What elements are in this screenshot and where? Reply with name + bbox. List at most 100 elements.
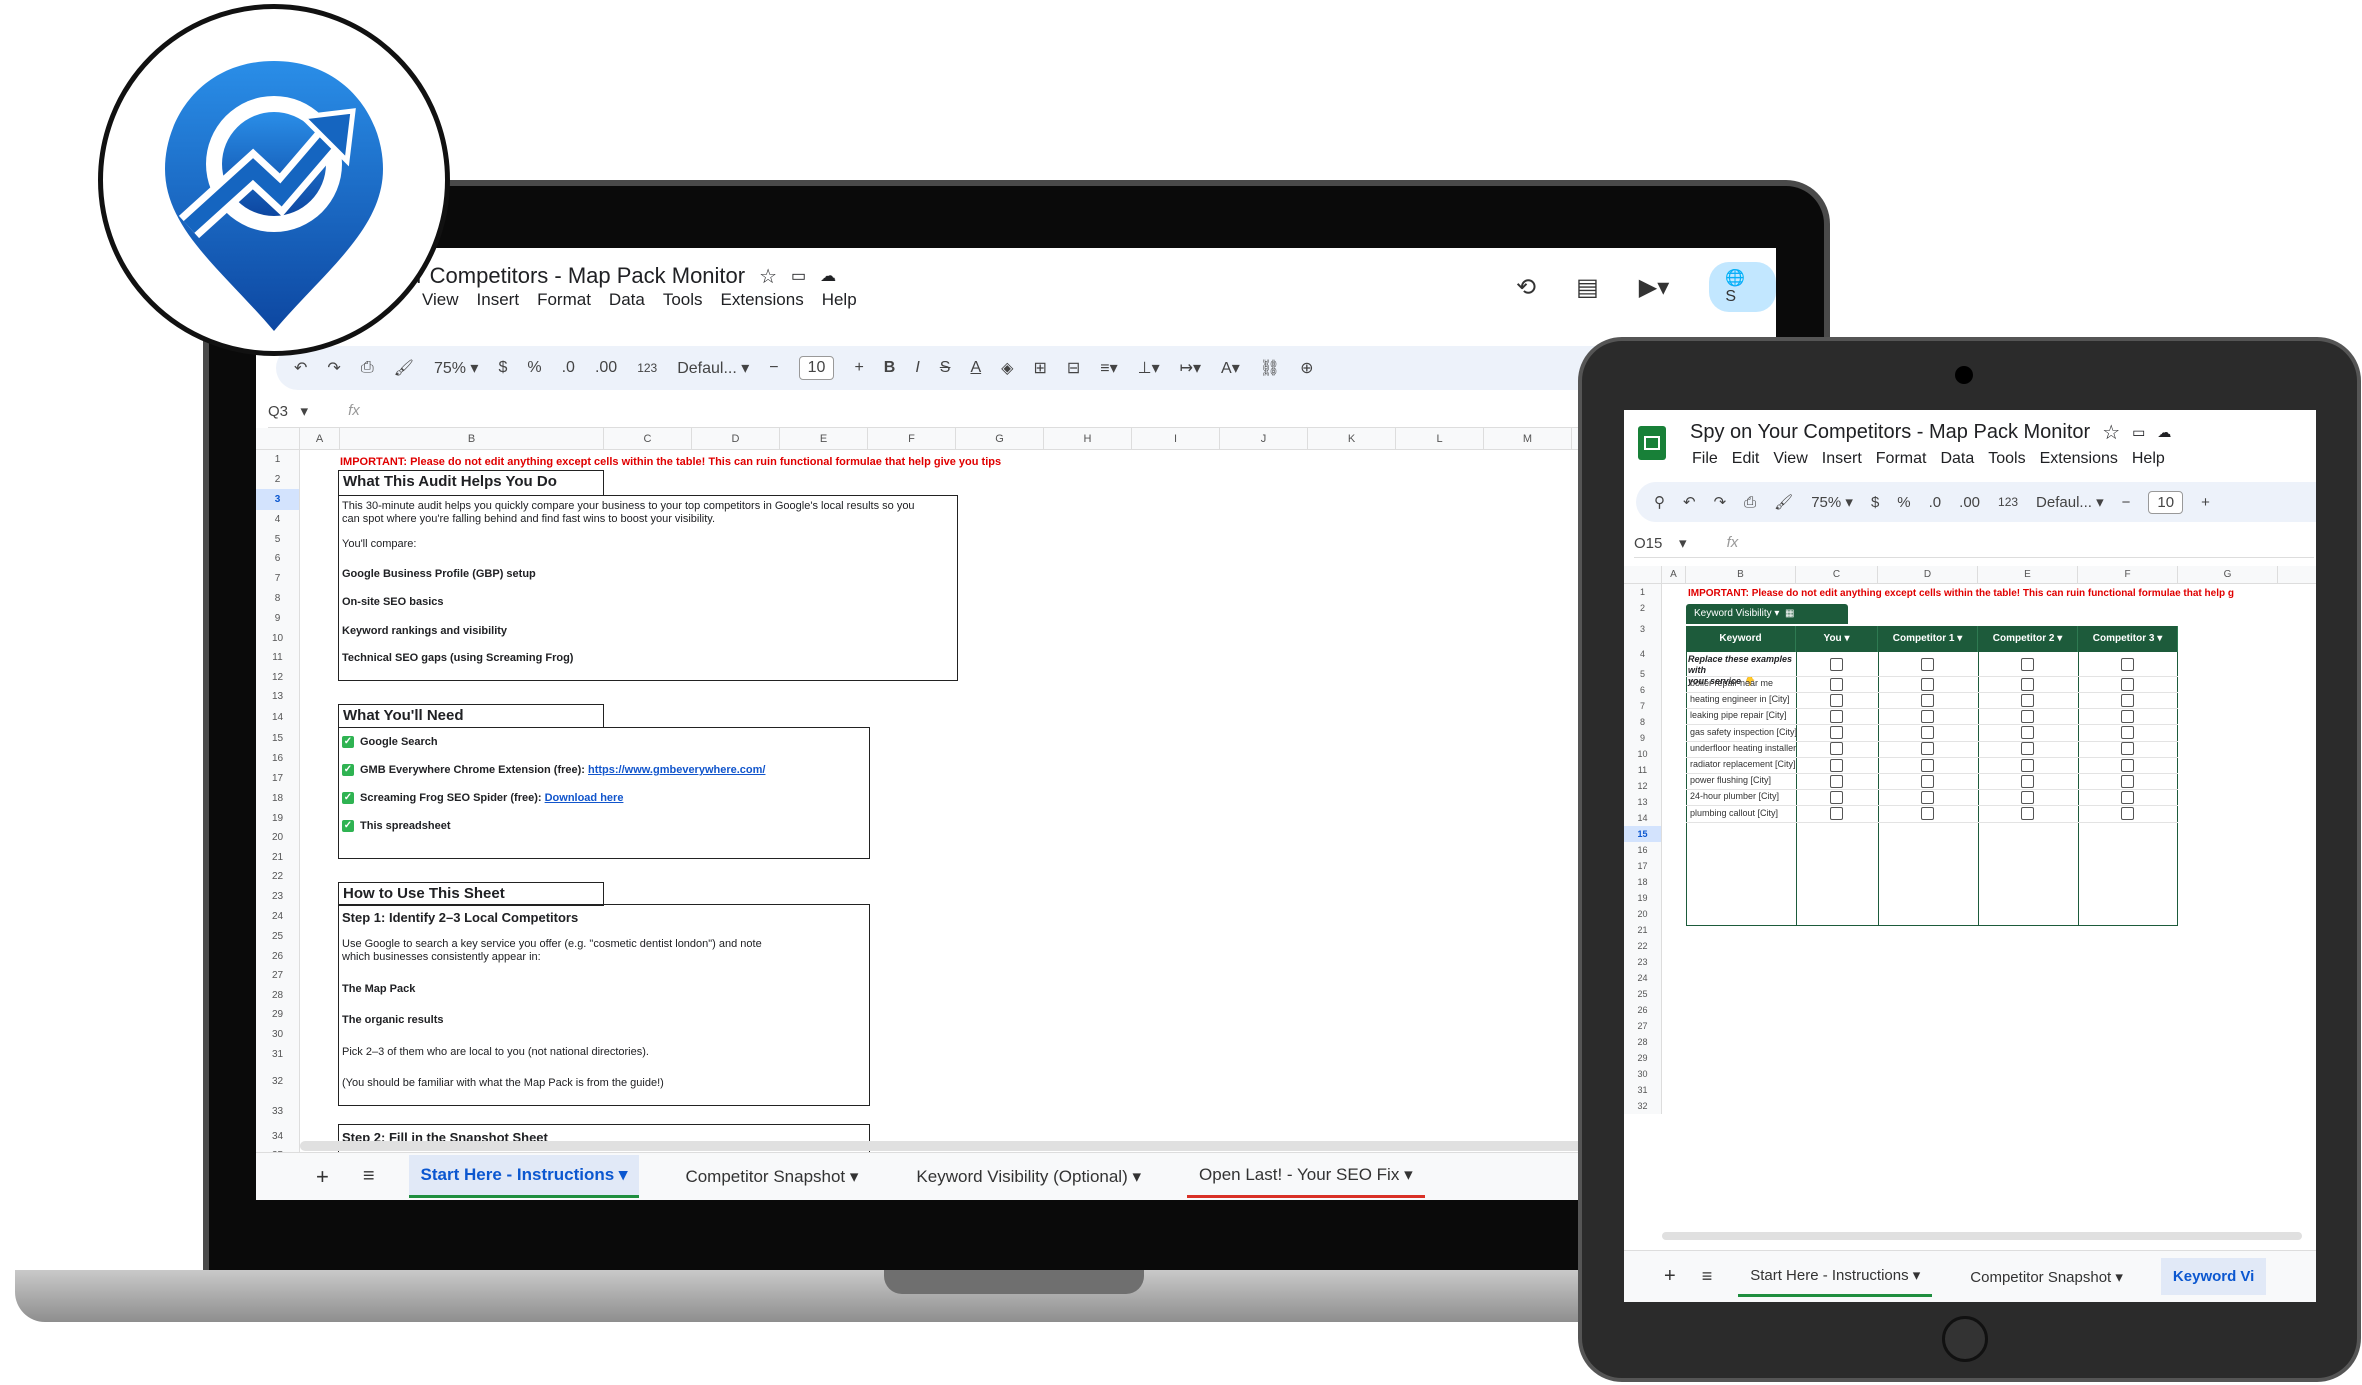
tab-competitor-snapshot[interactable]: Competitor Snapshot ▾	[673, 1157, 870, 1197]
tab-start-here[interactable]: Start Here - Instructions ▾	[1738, 1256, 1933, 1297]
star-icon[interactable]: ☆	[759, 264, 777, 289]
visibility-checkbox[interactable]	[2121, 726, 2134, 740]
visibility-checkbox[interactable]	[1921, 693, 1934, 707]
visibility-checkbox[interactable]	[1921, 709, 1934, 723]
menu-help[interactable]: Help	[822, 290, 857, 310]
row-header[interactable]: 2	[256, 469, 300, 489]
tablet-home-button[interactable]	[1942, 1316, 1988, 1362]
print-icon[interactable]: ⎙	[361, 359, 374, 377]
col-header[interactable]: I	[1132, 428, 1220, 449]
paint-format-icon[interactable]: 🖌	[394, 358, 414, 378]
keyword-cell[interactable]: underfloor heating installer	[1690, 743, 1796, 753]
visibility-checkbox[interactable]	[1830, 726, 1843, 740]
font-size-input[interactable]: 10	[2148, 490, 2184, 514]
row-header[interactable]: 12	[1624, 778, 1662, 794]
row-header[interactable]: 19	[1624, 890, 1662, 906]
visibility-checkbox[interactable]	[2021, 657, 2034, 671]
print-icon[interactable]: ⎙	[1744, 494, 1756, 511]
decrease-decimal-button[interactable]: .0	[562, 359, 575, 377]
visibility-checkbox[interactable]	[2121, 774, 2134, 788]
currency-button[interactable]: $	[498, 359, 507, 377]
font-size-plus[interactable]: +	[854, 359, 863, 377]
italic-button[interactable]: I	[915, 359, 919, 377]
text-color-icon[interactable]: A	[970, 359, 981, 377]
visibility-checkbox[interactable]	[1921, 807, 1934, 821]
doc-title[interactable]: Spy on Your Competitors - Map Pack Monit…	[1690, 421, 2090, 444]
row-header[interactable]: 16	[256, 748, 300, 768]
visibility-checkbox[interactable]	[2121, 742, 2134, 756]
visibility-checkbox[interactable]	[1921, 790, 1934, 804]
visibility-checkbox[interactable]	[2021, 742, 2034, 756]
menu-help[interactable]: Help	[2132, 450, 2165, 468]
meet-icon[interactable]: ▶▾	[1639, 273, 1670, 302]
visibility-checkbox[interactable]	[2021, 709, 2034, 723]
doc-title[interactable]: ur Competitors - Map Pack Monitor	[404, 263, 745, 289]
menu-tools[interactable]: Tools	[663, 290, 703, 310]
header-you[interactable]: You ▾	[1796, 626, 1878, 652]
undo-icon[interactable]: ↶	[1683, 493, 1696, 511]
col-header[interactable]: C	[604, 428, 692, 449]
row-header[interactable]: 10	[1624, 746, 1662, 762]
visibility-checkbox[interactable]	[2121, 758, 2134, 772]
row-header[interactable]: 25	[256, 927, 300, 947]
row-header[interactable]: 29	[1624, 1050, 1662, 1066]
strikethrough-icon[interactable]: S	[940, 359, 951, 377]
percent-button[interactable]: %	[527, 359, 541, 377]
col-header[interactable]: D	[1878, 566, 1978, 583]
col-header[interactable]: D	[692, 428, 780, 449]
header-keyword[interactable]: Keyword	[1686, 626, 1796, 652]
menu-format[interactable]: Format	[537, 290, 591, 310]
visibility-checkbox[interactable]	[2121, 677, 2134, 691]
row-header[interactable]: 23	[256, 886, 300, 906]
col-header[interactable]: F	[868, 428, 956, 449]
insert-comment-icon[interactable]: ⊕	[1300, 358, 1313, 378]
menu-view[interactable]: View	[1773, 450, 1807, 468]
header-competitor-2[interactable]: Competitor 2 ▾	[1978, 626, 2078, 652]
visibility-checkbox[interactable]	[1921, 758, 1934, 772]
align-icon[interactable]: ≡▾	[1100, 358, 1117, 378]
menu-edit[interactable]: Edit	[1732, 450, 1760, 468]
keyword-cell[interactable]: boiler repair near me	[1690, 678, 1773, 688]
visibility-checkbox[interactable]	[1830, 657, 1843, 671]
row-header[interactable]: 21	[1624, 922, 1662, 938]
visibility-checkbox[interactable]	[2021, 726, 2034, 740]
visibility-checkbox[interactable]	[1830, 758, 1843, 772]
valign-icon[interactable]: ⊥▾	[1138, 358, 1160, 378]
redo-icon[interactable]: ↷	[1714, 493, 1727, 511]
gmb-link[interactable]: https://www.gmbeverywhere.com/	[588, 764, 765, 776]
col-header[interactable]: A	[1662, 566, 1686, 583]
row-header[interactable]: 20	[1624, 906, 1662, 922]
col-header[interactable]: K	[1308, 428, 1396, 449]
visibility-checkbox[interactable]	[1830, 709, 1843, 723]
menu-insert[interactable]: Insert	[1822, 450, 1862, 468]
number-format-button[interactable]: 123	[1998, 495, 2018, 509]
col-header[interactable]: J	[1220, 428, 1308, 449]
row-header[interactable]: 13	[1624, 794, 1662, 810]
table-chip[interactable]: Keyword Visibility ▾ ▦	[1686, 604, 1848, 624]
row-header[interactable]: 10	[256, 628, 300, 648]
fill-color-icon[interactable]: ◈	[1001, 358, 1013, 378]
row-header[interactable]: 32	[256, 1066, 300, 1097]
row-header[interactable]: 15	[256, 729, 300, 749]
add-sheet-icon[interactable]: +	[316, 1164, 329, 1190]
tab-seo-fix[interactable]: Open Last! - Your SEO Fix ▾	[1187, 1155, 1425, 1198]
keyword-cell[interactable]: leaking pipe repair [City]	[1690, 710, 1787, 720]
all-sheets-icon[interactable]: ≡	[363, 1165, 375, 1188]
wrap-icon[interactable]: ↦▾	[1180, 358, 1201, 378]
tab-start-here[interactable]: Start Here - Instructions ▾	[408, 1155, 640, 1198]
header-competitor-1[interactable]: Competitor 1 ▾	[1878, 626, 1978, 652]
row-header[interactable]: 1	[1624, 584, 1662, 600]
visibility-checkbox[interactable]	[2121, 709, 2134, 723]
font-size-minus[interactable]: −	[2122, 494, 2131, 511]
col-header[interactable]: E	[1978, 566, 2078, 583]
menu-format[interactable]: Format	[1876, 450, 1927, 468]
keyword-cell[interactable]: gas safety inspection [City]	[1690, 727, 1797, 737]
visibility-checkbox[interactable]	[2021, 774, 2034, 788]
share-button[interactable]: 🌐 S	[1709, 262, 1776, 312]
folder-icon[interactable]: ▭	[2132, 424, 2145, 441]
row-header[interactable]: 30	[256, 1024, 300, 1044]
col-header[interactable]: L	[1396, 428, 1484, 449]
undo-icon[interactable]: ↶	[294, 358, 307, 378]
redo-icon[interactable]: ↷	[327, 358, 340, 378]
visibility-checkbox[interactable]	[1830, 790, 1843, 804]
